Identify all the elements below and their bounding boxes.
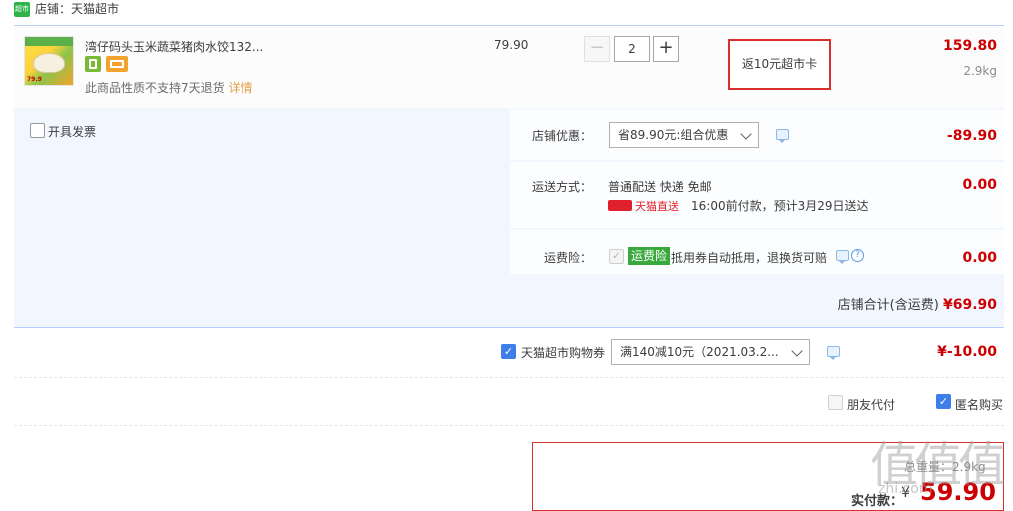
invoice-label[interactable]: 开具发票 <box>48 123 96 140</box>
shipping-label: 运送方式： <box>531 180 592 194</box>
card-icon[interactable] <box>106 56 128 72</box>
tmall-direct-badge: 天猫直送 <box>608 198 679 214</box>
dumpling-graphic <box>33 53 65 73</box>
item-subtotal: 159.80 <box>942 38 997 54</box>
tmall-direct-label: 天猫直送 <box>635 200 679 213</box>
anonymous-label[interactable]: 匿名购买 <box>955 396 1003 413</box>
watermark-sub: zhi.com <box>878 481 933 497</box>
chevron-down-icon <box>740 128 752 140</box>
chat-icon[interactable] <box>827 346 840 360</box>
tmall-cat-icon <box>608 200 632 211</box>
detail-link[interactable]: 详情 <box>228 81 252 95</box>
coupon-select-value: 满140减10元（2021.03.2... <box>620 345 779 359</box>
shipping-row <box>510 162 1004 228</box>
shop-total-label: 店铺合计(含运费) <box>837 298 939 313</box>
discount-select[interactable]: 省89.90元:组合优惠 <box>609 122 759 148</box>
rebate-highlight: 返10元超市卡 <box>728 39 831 90</box>
help-icon[interactable]: ? <box>851 249 864 262</box>
thumbnail-price: 79.9 <box>27 76 42 83</box>
shop-total: 店铺合计(含运费) ¥69.90 <box>700 294 997 313</box>
shipping-eta: 16:00前付款，预计3月29日送达 <box>691 199 869 213</box>
coupon-checkbox[interactable]: ✓ <box>501 344 516 359</box>
insurance-amount: 0.00 <box>962 250 997 266</box>
divider <box>14 425 1004 426</box>
quantity-decrease-button[interactable]: − <box>584 36 610 62</box>
invoice-checkbox[interactable] <box>30 123 45 138</box>
insurance-label: 运费险： <box>543 251 592 265</box>
coupon-amount: ¥-10.00 <box>937 344 997 360</box>
insurance-checkbox: ✓ <box>609 249 624 264</box>
discount-amount: -89.90 <box>946 128 997 144</box>
quantity-input[interactable]: 2 <box>614 36 650 62</box>
shop-total-amount: ¥69.90 <box>942 297 997 313</box>
coupon-label[interactable]: 天猫超市购物券 <box>521 344 605 361</box>
shop-logo-icon: 超市 <box>14 2 30 17</box>
divider <box>14 327 1004 328</box>
unit-price: 79.90 <box>494 38 529 52</box>
receipt-icon[interactable] <box>85 56 101 72</box>
chevron-down-icon <box>791 345 803 357</box>
product-title[interactable]: 湾仔码头玉米蔬菜猪肉水饺132... <box>85 38 263 55</box>
product-thumbnail[interactable]: 79.9 <box>24 36 74 86</box>
anonymous-checkbox[interactable]: ✓ <box>936 394 951 409</box>
item-weight: 2.9kg <box>963 64 997 78</box>
chat-icon[interactable] <box>776 129 789 143</box>
friend-pay-checkbox[interactable] <box>828 395 843 410</box>
divider <box>14 377 1004 378</box>
discount-select-value: 省89.90元:组合优惠 <box>618 128 729 142</box>
friend-pay-label[interactable]: 朋友代付 <box>847 396 895 413</box>
chat-icon[interactable] <box>836 250 849 264</box>
thumbnail-band <box>25 37 73 46</box>
shipping-amount: 0.00 <box>962 177 997 193</box>
no-return-text: 此商品性质不支持7天退货 <box>85 81 225 95</box>
insurance-badge: 运费险 <box>628 247 671 265</box>
no-return-notice: 此商品性质不支持7天退货 详情 <box>85 79 252 96</box>
coupon-select[interactable]: 满140减10元（2021.03.2... <box>611 339 810 365</box>
quantity-increase-button[interactable]: + <box>653 36 679 62</box>
discount-label: 店铺优惠： <box>531 129 592 143</box>
shop-label[interactable]: 店铺：天猫超市 <box>35 1 119 17</box>
shipping-method: 普通配送 快递 免邮 <box>608 180 712 194</box>
insurance-description: 抵用券自动抵用，退换货可赔 <box>671 251 828 265</box>
